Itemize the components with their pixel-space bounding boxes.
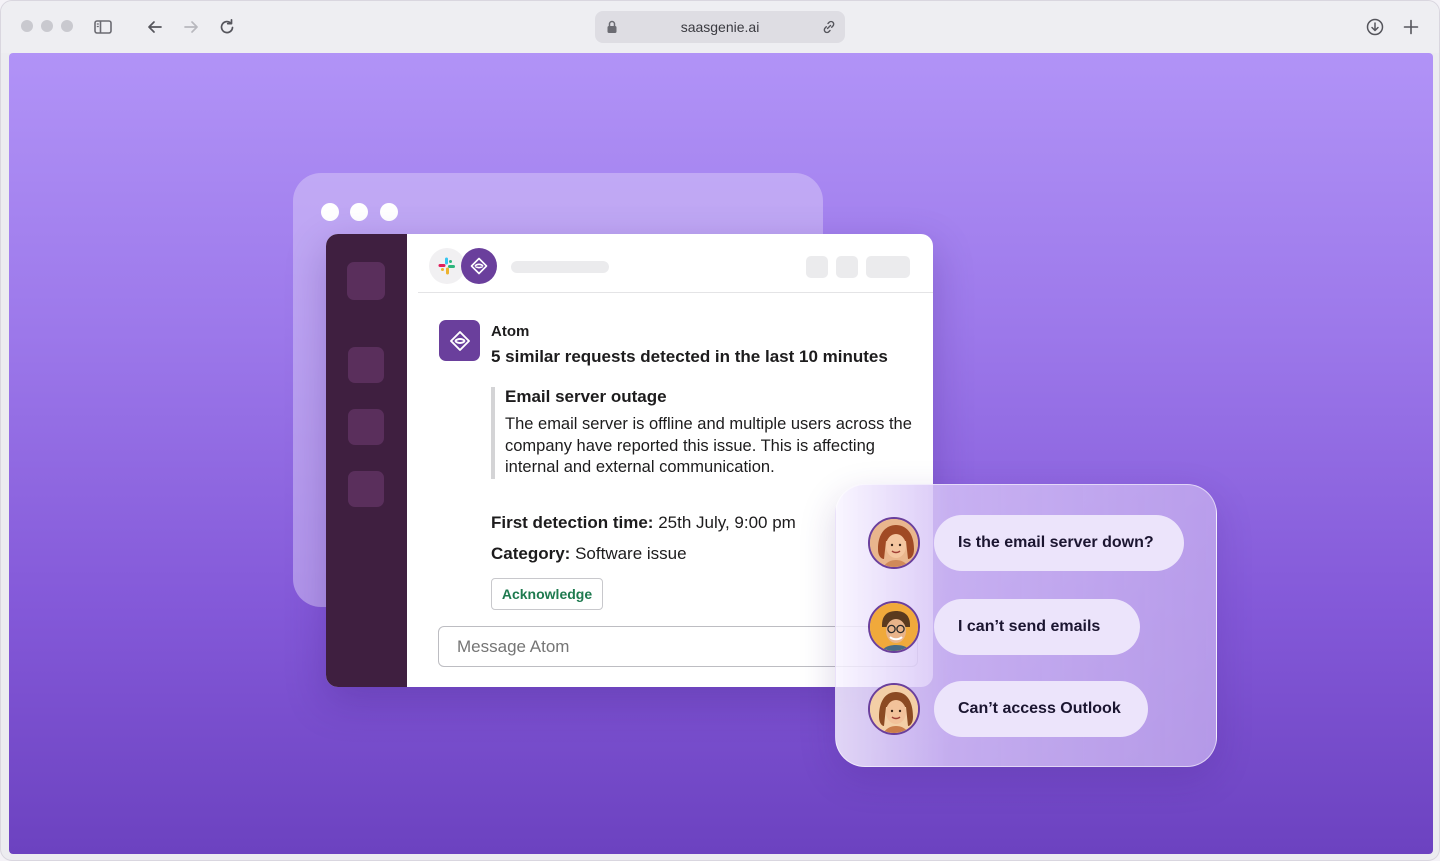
complaint-bubble: Is the email server down?	[934, 515, 1184, 571]
header-divider	[418, 292, 933, 293]
atom-logo-icon	[461, 248, 497, 284]
workspace-icon[interactable]	[347, 262, 385, 300]
forward-arrow-icon[interactable]	[179, 15, 203, 39]
slack-sidebar	[326, 234, 407, 687]
channel-name-placeholder	[511, 261, 609, 273]
detection-time-field: First detection time: 25th July, 9:00 pm	[491, 513, 796, 533]
message-headline: 5 similar requests detected in the last …	[491, 347, 888, 366]
download-icon[interactable]	[1363, 15, 1387, 39]
category-value: Software issue	[570, 544, 687, 563]
user-avatar	[868, 517, 920, 569]
new-tab-plus-icon[interactable]	[1399, 15, 1423, 39]
sidebar-item[interactable]	[348, 347, 384, 383]
header-action-placeholder[interactable]	[866, 256, 910, 278]
sidebar-item[interactable]	[348, 409, 384, 445]
user-avatar	[868, 683, 920, 735]
atom-avatar-icon	[439, 320, 480, 361]
link-icon[interactable]	[821, 19, 837, 35]
message-sender: Atom	[491, 323, 530, 340]
zoom-window-button[interactable]	[61, 20, 73, 32]
window-dot	[350, 203, 368, 221]
detection-time-label: First detection time:	[491, 513, 654, 532]
lock-icon	[607, 20, 617, 33]
alert-quote: Email server outage The email server is …	[491, 387, 921, 479]
detection-time-value: 25th July, 9:00 pm	[653, 513, 796, 532]
address-bar[interactable]: saasgenie.ai	[595, 11, 845, 43]
slack-logo-icon	[429, 248, 465, 284]
complaint-bubble: I can’t send emails	[934, 599, 1140, 655]
category-label: Category:	[491, 544, 571, 563]
alert-body: The email server is offline and multiple…	[505, 415, 912, 476]
sidebar-toggle-icon[interactable]	[91, 15, 115, 39]
reload-icon[interactable]	[215, 15, 239, 39]
header-action-placeholder[interactable]	[806, 256, 828, 278]
header-action-placeholder[interactable]	[836, 256, 858, 278]
alert-title: Email server outage	[505, 387, 667, 406]
window-dot	[321, 203, 339, 221]
user-avatar	[868, 601, 920, 653]
browser-window: saasgenie.ai Atom 5 similar requests det…	[0, 0, 1440, 861]
acknowledge-button[interactable]: Acknowledge	[491, 578, 603, 610]
page-viewport: Atom 5 similar requests detected in the …	[9, 53, 1433, 854]
window-dot	[380, 203, 398, 221]
user-complaints-card: Is the email server down? I can’t send e…	[835, 484, 1217, 767]
category-field: Category: Software issue	[491, 544, 687, 564]
complaint-bubble: Can’t access Outlook	[934, 681, 1148, 737]
minimize-window-button[interactable]	[41, 20, 53, 32]
back-arrow-icon[interactable]	[143, 15, 167, 39]
url-text: saasgenie.ai	[680, 19, 760, 35]
sidebar-item[interactable]	[348, 471, 384, 507]
browser-toolbar: saasgenie.ai	[1, 1, 1439, 53]
close-window-button[interactable]	[21, 20, 33, 32]
